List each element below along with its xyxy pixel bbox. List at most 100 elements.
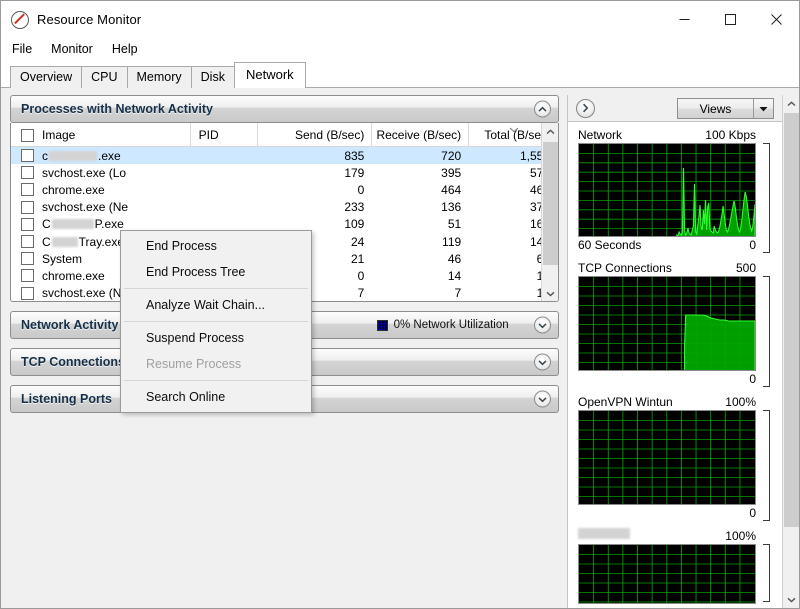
redacted-text [49,150,97,161]
cell-image: svchost.exe (Lo [11,166,191,180]
menu-help[interactable]: Help [112,40,147,59]
tab-memory[interactable]: Memory [126,66,192,88]
table-row[interactable]: svchost.exe (Ne 233 136 370 [11,199,558,216]
menu-item-analyze-wait-chain[interactable]: Analyze Wait Chain... [121,292,311,318]
menu-file[interactable]: File [12,40,41,59]
row-checkbox[interactable] [21,217,34,231]
graph-label-row: Network 100 Kbps [578,127,772,143]
graph-title: TCP Connections [578,261,672,275]
cell-receive: 395 [441,165,462,180]
cell-image: chrome.exe [11,183,191,197]
cell-receive: 720 [441,148,462,163]
column-header-send[interactable]: Send (B/sec) [258,123,373,147]
chevron-up-icon[interactable] [534,100,551,118]
tab-cpu[interactable]: CPU [81,66,128,88]
scroll-down-arrow-icon[interactable] [542,285,558,301]
right-pane: Views Network 100 Kbps 60 Seconds 0 TCP … [567,95,799,608]
section-title: Network Activity [21,318,119,332]
scroll-down-arrow-icon[interactable] [783,591,799,608]
left-pane: Processes with Network Activity Image PI… [1,88,567,608]
row-checkbox[interactable] [21,200,34,214]
table-row[interactable]: c .exe 835 720 1,555 [11,147,558,165]
graph-max-label: 100 Kbps [705,128,756,142]
graph-canvas [578,143,756,237]
scrollbar-thumb[interactable] [543,142,558,265]
graph-min-label: 0 [749,372,756,386]
minimize-button[interactable] [661,1,707,37]
cell-send: 835 [344,148,365,163]
section-title: TCP Connections [21,355,125,369]
column-header-pid[interactable]: PID [191,123,258,147]
graph-footer-row: 0 [578,371,772,387]
menu-item-end-process-tree[interactable]: End Process Tree [121,259,311,285]
chevron-right-icon[interactable] [576,98,595,118]
cell-send: 0 [357,182,365,197]
menu-item-resume-process: Resume Process [146,357,242,371]
cell-send: 233 [344,200,365,215]
section-title: Listening Ports [21,392,112,406]
graph-range-bracket [763,143,770,253]
table-header-row: Image PID Send (B/sec) Receive (B/sec) T… [11,123,558,147]
graph-label-row: 100% [578,528,772,544]
menu-separator [124,380,308,381]
scroll-up-arrow-icon[interactable] [542,123,558,140]
title-bar: Resource Monitor [1,1,799,38]
redacted-text [51,236,78,247]
cell-receive: 46 [447,251,462,266]
graph-max-label: 100% [725,529,756,543]
tab-overview[interactable]: Overview [10,66,83,88]
row-checkbox[interactable] [21,235,34,249]
graph-tcp-connections: TCP Connections 500 0 [578,260,772,387]
resource-monitor-window: Resource Monitor File Monitor Help Overv… [0,0,800,609]
graph-canvas [578,410,756,505]
chevron-down-icon[interactable] [534,353,551,371]
graph-x-axis-label: 60 Seconds [578,238,642,252]
menu-item-suspend-process[interactable]: Suspend Process [121,325,311,351]
graph-max-label: 100% [725,395,756,409]
window-title: Resource Monitor [37,12,142,27]
right-pane-toolbar: Views [568,95,782,122]
views-button[interactable]: Views [677,98,774,119]
menu-monitor[interactable]: Monitor [51,40,102,59]
process-list-scrollbar[interactable] [541,123,558,301]
menu-item-end-process[interactable]: End Process [121,233,311,259]
graph-range-bracket [763,276,770,387]
process-context-menu: End Process End Process Tree Analyze Wai… [120,230,312,413]
cell-send: 179 [344,165,365,180]
menu-separator [124,321,308,322]
column-header-image[interactable]: Image [11,123,191,147]
graph-title: OpenVPN Wintun [578,395,673,409]
column-header-receive[interactable]: Receive (B/sec) [372,123,470,147]
row-checkbox[interactable] [21,166,34,180]
right-pane-scrollbar[interactable] [782,95,799,608]
section-header-processes-with-network-activity[interactable]: Processes with Network Activity [10,95,559,123]
row-checkbox[interactable] [21,286,34,300]
row-checkbox[interactable] [21,183,34,197]
row-checkbox[interactable] [21,149,34,163]
dropdown-arrow-icon[interactable] [753,99,773,118]
graph-canvas [578,276,756,371]
table-row[interactable]: chrome.exe 0 464 464 [11,181,558,198]
legend-swatch-blue [376,319,388,331]
graph-label-row: TCP Connections 500 [578,260,772,276]
graph-min-label: 0 [749,506,756,520]
cell-receive: 119 [442,234,462,249]
row-checkbox[interactable] [21,269,34,283]
scroll-up-arrow-icon[interactable] [783,95,799,112]
row-checkbox[interactable] [21,252,34,266]
chevron-down-icon[interactable] [534,390,551,408]
maximize-button[interactable] [707,1,753,37]
cell-receive: 7 [454,286,462,301]
select-all-checkbox[interactable] [21,128,34,142]
cell-receive: 14 [447,268,462,283]
table-row[interactable]: svchost.exe (Lo 179 395 574 [11,164,558,181]
menu-item-search-online[interactable]: Search Online [121,384,311,410]
close-button[interactable] [753,1,799,37]
tab-disk[interactable]: Disk [190,66,235,88]
tab-network[interactable]: Network [233,62,306,88]
cell-image: svchost.exe (Ne [11,200,191,214]
graph-footer-row: 60 Seconds 0 [578,237,772,253]
graph-network: Network 100 Kbps 60 Seconds 0 [578,127,772,253]
chevron-down-icon[interactable] [534,316,551,334]
scrollbar-thumb[interactable] [784,113,799,527]
